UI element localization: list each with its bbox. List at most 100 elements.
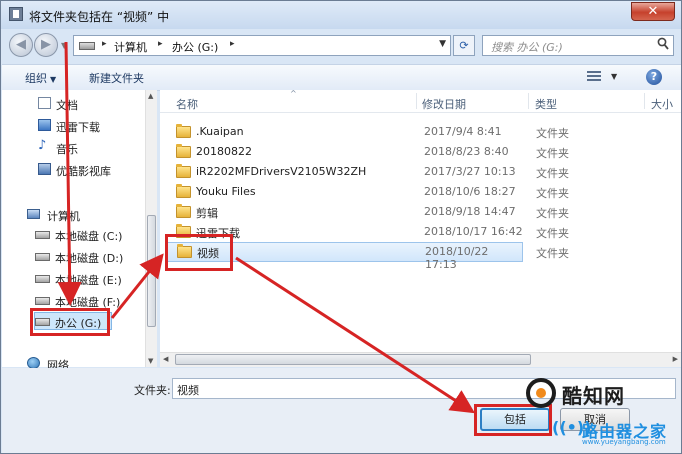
column-header-size[interactable]: 大小: [651, 96, 673, 112]
document-icon: [38, 97, 51, 109]
drive-icon: [35, 275, 50, 283]
file-row[interactable]: iR2202MFDriversV2105W32ZH 2017/3/27 10:1…: [164, 162, 681, 182]
folder-icon: [176, 184, 191, 198]
folder-field-label: 文件夹:: [134, 384, 171, 397]
drive-icon: [35, 231, 50, 239]
title-bar: 将文件夹包括在 “视频” 中 ✕: [1, 1, 681, 29]
file-name: 20180822: [196, 145, 252, 158]
file-date: 2017/9/4 8:41: [424, 125, 502, 138]
file-row[interactable]: Youku Files 2018/10/6 18:27 文件夹: [164, 182, 681, 202]
nav-item-label: 优酷影视库: [56, 165, 111, 178]
scroll-right-icon[interactable]: ▶: [673, 355, 678, 363]
nav-item-label: 音乐: [56, 143, 78, 156]
drive-icon: [35, 297, 50, 305]
site-watermark: 酷知网 ((•)) 路由器之家 www.yueyangbang.com: [512, 372, 680, 452]
scrollbar-thumb[interactable]: [147, 215, 156, 327]
scroll-left-icon[interactable]: ◀: [163, 355, 168, 363]
file-date: 2018/10/22 17:13: [425, 245, 489, 271]
drive-icon: [35, 253, 50, 261]
scroll-down-icon[interactable]: ▼: [148, 357, 153, 365]
annotation-highlight-drive-g: [30, 308, 110, 336]
path-dropdown[interactable]: ▼: [439, 39, 446, 49]
file-list-pane: ^ 名称 修改日期 类型 大小 .Kuaipan 2017/9/4 8:41 文…: [160, 89, 681, 367]
file-type: 文件夹: [536, 127, 569, 140]
command-toolbar: 组织 ▼ 新建文件夹 ▼ ?: [2, 64, 681, 91]
file-date: 2018/8/23 8:40: [424, 145, 509, 158]
file-row[interactable]: 剪辑 2018/9/18 14:47 文件夹: [164, 202, 681, 222]
file-date: 2018/10/6 18:27: [424, 185, 516, 198]
file-name: .Kuaipan: [196, 125, 244, 138]
column-header-type[interactable]: 类型: [535, 96, 557, 112]
drive-icon: [79, 42, 95, 50]
watermark-url: www.yueyangbang.com: [582, 438, 666, 446]
chevron-down-icon: ▼: [50, 75, 57, 84]
file-row[interactable]: .Kuaipan 2017/9/4 8:41 文件夹: [164, 122, 681, 142]
file-type: 文件夹: [536, 147, 569, 160]
file-date: 2017/3/27 10:13: [424, 165, 516, 178]
file-row[interactable]: 20180822 2018/8/23 8:40 文件夹: [164, 142, 681, 162]
address-bar: ◀ ▶ ▼ ▸ 计算机 ▸ 办公 (G:) ▸ ▼ ⟳ 搜索 办公 (G:): [1, 29, 681, 63]
folder-icon: [176, 164, 191, 178]
close-button[interactable]: ✕: [631, 2, 675, 21]
view-options-dropdown[interactable]: ▼: [611, 72, 617, 81]
nav-item-label: 计算机: [47, 210, 80, 223]
view-options-icon[interactable]: [587, 71, 601, 83]
nav-item-label: 文档: [56, 99, 78, 112]
dialog-title: 将文件夹包括在 “视频” 中: [29, 10, 170, 24]
search-icon[interactable]: [657, 37, 669, 51]
breadcrumb-separator[interactable]: ▸: [102, 39, 107, 49]
recent-locations-dropdown[interactable]: ▼: [61, 41, 67, 50]
refresh-icon: ⟳: [459, 39, 469, 52]
column-header-name[interactable]: 名称: [176, 96, 198, 112]
file-type: 文件夹: [536, 167, 569, 180]
video-library-icon: [38, 163, 51, 175]
watermark-brand: 酷知网: [562, 384, 625, 408]
folder-icon: [176, 124, 191, 138]
file-type: 文件夹: [536, 227, 569, 240]
column-divider[interactable]: [528, 93, 529, 109]
file-type: 文件夹: [536, 247, 569, 260]
wifi-icon: ((•)): [552, 418, 592, 437]
computer-icon: [27, 209, 40, 219]
file-name: 剪辑: [196, 207, 218, 220]
file-date: 2018/10/17 16:42: [424, 225, 523, 238]
organize-label: 组织: [25, 72, 47, 85]
sort-ascending-icon: ^: [290, 89, 297, 98]
organize-menu[interactable]: 组织 ▼: [25, 70, 56, 86]
breadcrumb-drive-g[interactable]: 办公 (G:): [172, 39, 218, 55]
breadcrumb-separator[interactable]: ▸: [230, 39, 235, 49]
column-header-date[interactable]: 修改日期: [422, 96, 466, 112]
file-row[interactable]: 迅雷下载 2018/10/17 16:42 文件夹: [164, 222, 681, 242]
new-folder-button[interactable]: 新建文件夹: [89, 70, 144, 86]
forward-button[interactable]: ▶: [34, 33, 58, 57]
annotation-highlight-video-folder: [165, 234, 233, 271]
refresh-button[interactable]: ⟳: [453, 35, 475, 56]
column-divider[interactable]: [416, 93, 417, 109]
column-header-row: ^ 名称 修改日期 类型 大小: [160, 89, 681, 113]
back-button[interactable]: ◀: [9, 33, 33, 57]
nav-item-label: 本地磁盘 (E:): [55, 274, 122, 287]
breadcrumb-separator[interactable]: ▸: [158, 39, 163, 49]
file-type: 文件夹: [536, 207, 569, 220]
folder-icon: [176, 144, 191, 158]
download-icon: [38, 119, 51, 131]
path-box[interactable]: ▸ 计算机 ▸ 办公 (G:) ▸ ▼: [73, 35, 451, 56]
file-type: 文件夹: [536, 187, 569, 200]
help-icon[interactable]: ?: [646, 69, 662, 85]
scroll-up-icon[interactable]: ▲: [148, 92, 153, 100]
music-icon: ♪: [38, 138, 47, 153]
nav-item-label: 本地磁盘 (C:): [55, 230, 123, 243]
nav-vertical-scrollbar[interactable]: ▲ ▼: [145, 90, 157, 367]
folder-icon: [176, 204, 191, 218]
file-date: 2018/9/18 14:47: [424, 205, 516, 218]
nav-item-label: 迅雷下载: [56, 121, 100, 134]
scrollbar-thumb[interactable]: [175, 354, 531, 365]
search-input[interactable]: 搜索 办公 (G:): [482, 35, 674, 56]
file-horizontal-scrollbar[interactable]: ◀ ▶: [160, 352, 681, 367]
file-name: iR2202MFDriversV2105W32ZH: [196, 165, 367, 178]
breadcrumb-computer[interactable]: 计算机: [114, 39, 147, 55]
column-divider[interactable]: [644, 93, 645, 109]
search-placeholder: 搜索 办公 (G:): [491, 41, 563, 54]
dialog-app-icon: [9, 7, 23, 21]
nav-item-label: 本地磁盘 (D:): [55, 252, 124, 265]
